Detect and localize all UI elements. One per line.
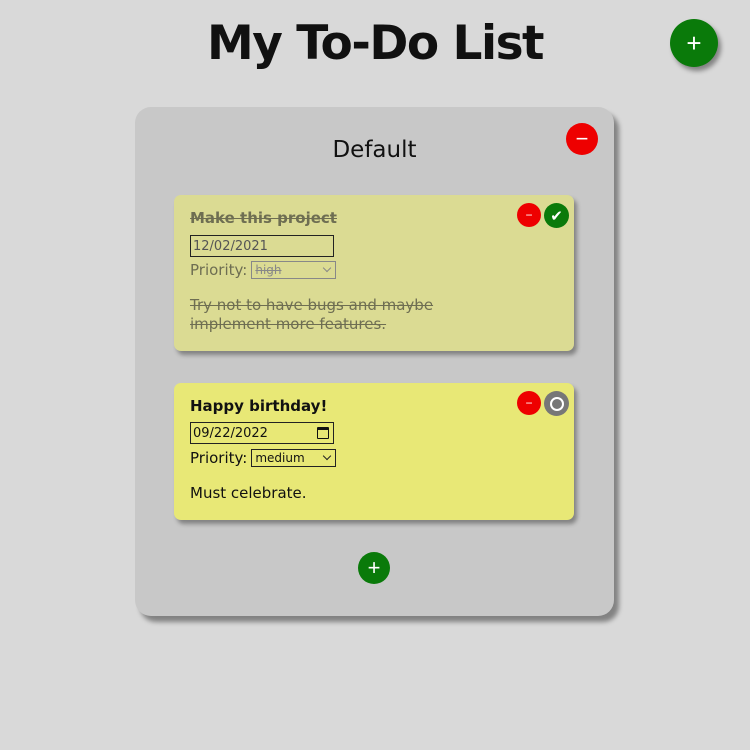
priority-row: Priority: medium	[190, 449, 337, 467]
minus-icon: −	[525, 396, 533, 410]
toggle-complete-button[interactable]	[544, 391, 569, 416]
project-title: Default	[332, 137, 417, 163]
todo-description: Must celebrate.	[190, 484, 307, 502]
delete-project-button[interactable]: −	[566, 123, 598, 155]
add-project-button[interactable]: +	[670, 19, 718, 67]
minus-icon: −	[525, 208, 533, 222]
calendar-icon[interactable]	[317, 427, 329, 439]
plus-icon: +	[367, 555, 381, 580]
priority-select[interactable]: high	[251, 261, 337, 279]
add-todo-button[interactable]: +	[358, 552, 390, 584]
chevron-down-icon	[323, 451, 332, 461]
todo-card: Happy birthday! − 09/22/2022 Priority: m…	[174, 383, 574, 520]
chevron-down-icon	[323, 263, 332, 273]
priority-value: medium	[255, 451, 305, 465]
toggle-complete-button[interactable]: ✔	[544, 203, 569, 228]
due-date-input[interactable]: 12/02/2021	[190, 235, 334, 257]
plus-icon: +	[686, 27, 702, 58]
todo-title: Happy birthday!	[190, 397, 328, 415]
todo-title: Make this project	[190, 209, 337, 227]
priority-label: Priority:	[190, 261, 248, 279]
delete-todo-button[interactable]: −	[517, 203, 541, 227]
page-title: My To-Do List	[206, 16, 545, 71]
checkmark-icon: ✔	[550, 207, 563, 225]
priority-label: Priority:	[190, 449, 248, 467]
priority-value: high	[255, 263, 282, 277]
priority-row: Priority: high	[190, 261, 337, 279]
due-date-value: 12/02/2021	[193, 238, 268, 254]
todo-card: Make this project − ✔ 12/02/2021 Priorit…	[174, 195, 574, 351]
priority-select[interactable]: medium	[251, 449, 337, 467]
ring-icon	[549, 396, 564, 411]
project-card: Default − Make this project − ✔ 12/02/20…	[135, 107, 614, 616]
due-date-input[interactable]: 09/22/2022	[190, 422, 334, 444]
delete-todo-button[interactable]: −	[517, 391, 541, 415]
todo-description: Try not to have bugs and maybe implement…	[190, 296, 434, 333]
due-date-value: 09/22/2022	[193, 425, 268, 441]
minus-icon: −	[575, 126, 589, 151]
